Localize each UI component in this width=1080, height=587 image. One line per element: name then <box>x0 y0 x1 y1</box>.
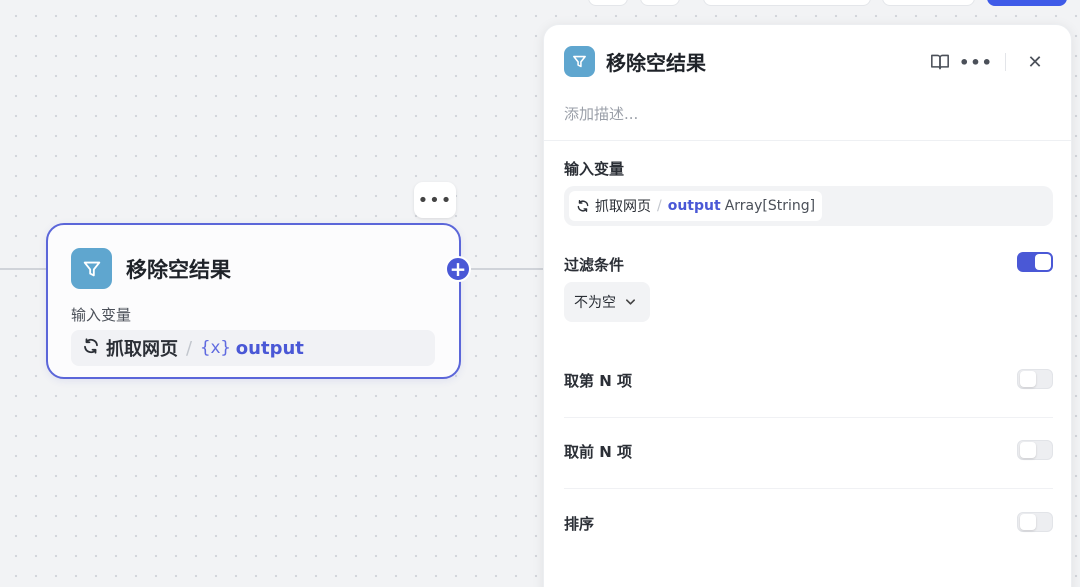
book-icon[interactable] <box>929 51 951 73</box>
filter-node[interactable]: 移除空结果 输入变量 抓取网页 / {x} output <box>46 223 461 379</box>
sort-toggle[interactable] <box>1017 512 1053 532</box>
node-settings-panel: 移除空结果 ••• ✕ 添加描述... 输入变量 抓取网页 / output A… <box>543 24 1072 587</box>
take-nth-toggle[interactable] <box>1017 369 1053 389</box>
variable-name: output <box>667 198 721 214</box>
toggle-knob <box>1020 371 1036 387</box>
incoming-edge <box>0 268 47 270</box>
input-variable-field[interactable]: 抓取网页 / output Array[String] <box>564 186 1053 226</box>
variable-type: Array[String] <box>724 198 816 214</box>
variable-icon: {x} <box>200 338 231 358</box>
node-title: 移除空结果 <box>126 257 231 282</box>
variable-source: 抓取网页 <box>106 339 178 360</box>
toolbar-button-3[interactable] <box>703 0 871 6</box>
take-nth-label: 取第 N 项 <box>564 372 632 390</box>
variable-source: 抓取网页 <box>595 199 651 215</box>
filter-condition-value: 不为空 <box>574 295 616 311</box>
toggle-knob <box>1035 254 1051 270</box>
panel-title[interactable]: 移除空结果 <box>606 47 706 76</box>
sort-label: 排序 <box>564 515 595 533</box>
variable-name: output <box>235 337 304 359</box>
node-more-button[interactable]: ••• <box>414 182 456 218</box>
more-icon[interactable]: ••• <box>959 51 992 73</box>
node-header: 移除空结果 <box>71 248 231 289</box>
toolbar-button-1[interactable] <box>588 0 628 6</box>
filter-condition-select[interactable]: 不为空 <box>564 282 650 322</box>
filter-toggle[interactable] <box>1017 252 1053 272</box>
toolbar-divider <box>1005 53 1006 71</box>
node-input-label: 输入变量 <box>71 306 132 324</box>
header-divider <box>544 140 1071 141</box>
take-first-n-label: 取前 N 项 <box>564 443 632 461</box>
panel-toolbar: ••• ✕ <box>929 51 1046 73</box>
plus-icon: + <box>449 257 467 281</box>
filter-icon <box>71 248 112 289</box>
more-icon: ••• <box>417 189 453 211</box>
refresh-icon <box>576 199 590 213</box>
panel-header: 移除空结果 <box>564 46 706 77</box>
toggle-knob <box>1020 514 1036 530</box>
path-separator: / <box>657 198 662 214</box>
add-node-button[interactable]: + <box>445 256 471 282</box>
input-variable-chip[interactable]: 抓取网页 / output Array[String] <box>569 191 823 221</box>
toggle-knob <box>1020 442 1036 458</box>
refresh-icon <box>82 337 100 359</box>
toolbar-button-4[interactable] <box>882 0 975 6</box>
chevron-down-icon <box>625 296 636 309</box>
filter-icon <box>564 46 595 77</box>
input-section-label: 输入变量 <box>564 160 625 178</box>
path-separator: / <box>186 337 193 359</box>
row-divider <box>564 417 1053 418</box>
take-first-n-toggle[interactable] <box>1017 440 1053 460</box>
node-input-variable: 抓取网页 / {x} output <box>71 330 435 366</box>
close-icon[interactable]: ✕ <box>1024 51 1046 73</box>
filter-label: 过滤条件 <box>564 256 625 274</box>
toolbar-button-2[interactable] <box>640 0 680 6</box>
toolbar-primary-button[interactable] <box>987 0 1067 6</box>
description-input[interactable]: 添加描述... <box>564 103 638 124</box>
outgoing-edge <box>471 268 543 270</box>
row-divider <box>564 488 1053 489</box>
